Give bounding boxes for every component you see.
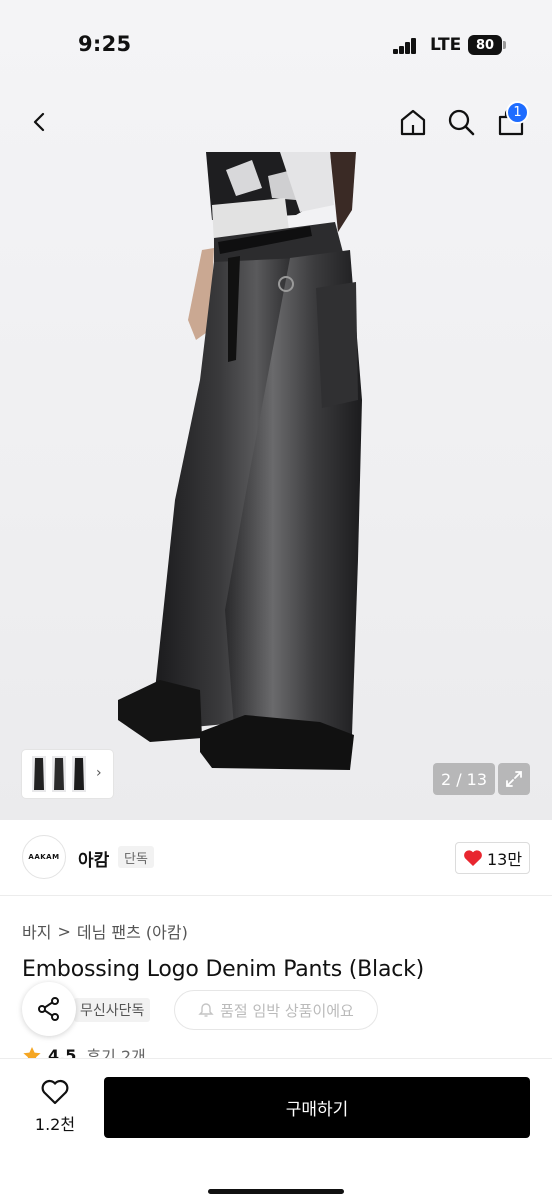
share-icon: [38, 997, 59, 1021]
cart-count-badge: 1: [506, 101, 529, 124]
breadcrumb-item-denim[interactable]: 데님 팬츠 (아캄): [77, 919, 188, 943]
brand-row: AAKAM 아캄 단독 13만: [0, 820, 552, 896]
thumbnail-image: [32, 756, 86, 792]
wishlist-button[interactable]: 1.2천: [20, 1079, 90, 1145]
status-time: 9:25: [78, 32, 132, 56]
heart-outline-icon: [41, 1079, 69, 1105]
expand-icon: [506, 771, 522, 787]
bell-icon: [198, 1003, 214, 1017]
home-indicator: [208, 1189, 344, 1194]
chevron-left-icon: [33, 112, 45, 132]
breadcrumb-item-pants[interactable]: 바지: [22, 919, 51, 943]
back-button[interactable]: [20, 102, 60, 142]
gallery-page-counter: 2 / 13: [433, 763, 495, 795]
wishlist-count: 1.2천: [34, 1115, 76, 1134]
status-bar: 9:25 LTE 80: [0, 0, 552, 92]
network-label: LTE: [430, 35, 462, 55]
search-button[interactable]: [441, 102, 481, 142]
brand-logo[interactable]: AAKAM: [22, 835, 66, 879]
brand-like-count: 13만: [486, 850, 523, 869]
brand-name[interactable]: 아캄: [78, 846, 109, 871]
home-icon: [400, 109, 426, 136]
signal-icon: [393, 38, 419, 54]
brand-exclusive-tag: 단독: [118, 846, 154, 868]
heart-filled-icon: [464, 850, 482, 866]
brand-like-button[interactable]: 13만: [455, 842, 530, 874]
battery-icon: 80: [468, 35, 502, 55]
breadcrumb-separator: >: [57, 921, 71, 941]
low-stock-label: 품절 임박 상품이에요: [220, 1001, 354, 1020]
chevron-right-icon[interactable]: ›: [96, 765, 102, 781]
search-icon: [448, 109, 475, 136]
product-hero: 9:25 LTE 80 1 › 2 / 13: [0, 0, 552, 820]
expand-button[interactable]: [498, 763, 530, 795]
breadcrumb: 바지 > 데님 팬츠 (아캄): [22, 919, 188, 943]
low-stock-notice[interactable]: 품절 임박 상품이에요: [174, 990, 378, 1030]
musinsa-exclusive-tag: 무신사단독: [74, 998, 151, 1022]
top-navigation: [0, 92, 552, 152]
battery-tip: [503, 41, 506, 49]
share-button[interactable]: [22, 982, 76, 1036]
home-button[interactable]: [393, 102, 433, 142]
purchase-bar: 1.2천 구매하기: [0, 1058, 552, 1200]
product-image[interactable]: [0, 152, 552, 820]
product-title: Embossing Logo Denim Pants (Black): [22, 957, 425, 982]
buy-button[interactable]: 구매하기: [104, 1077, 530, 1138]
